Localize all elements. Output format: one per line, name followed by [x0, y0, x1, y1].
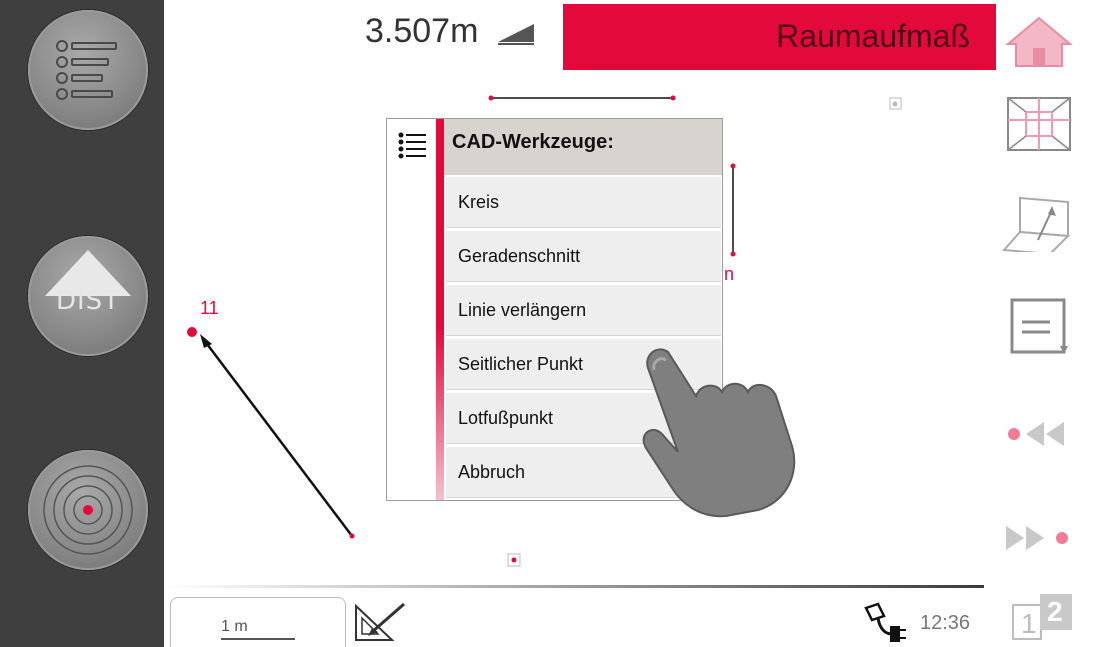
point-label: 11 [200, 298, 219, 318]
line-end-point[interactable] [349, 533, 355, 539]
menu-item-label: Lotfußpunkt [458, 408, 554, 428]
left-toolbar: DIST [0, 0, 164, 647]
list-icon [398, 132, 426, 159]
wall-point[interactable] [730, 163, 736, 169]
page-next-box: 2 [1040, 594, 1072, 630]
menu-item-label: Seitlicher Punkt [458, 354, 584, 374]
page-title: Raumaufmaß [776, 18, 970, 54]
arrow-head [200, 334, 212, 348]
list-icon [56, 40, 117, 100]
distance-value: 3.507m [365, 12, 479, 50]
scale-bar [221, 638, 295, 640]
wall-point[interactable] [670, 95, 676, 101]
marker-dot [892, 101, 898, 107]
scale-label: 1 m [221, 618, 248, 635]
partial-label: n [724, 264, 735, 284]
room-plan-icon[interactable] [1000, 94, 1078, 154]
menu-item-label: Geradenschnitt [458, 246, 581, 266]
distance-readout: 3.507m [365, 12, 540, 51]
wall-point[interactable] [488, 95, 494, 101]
note-icon[interactable] [1000, 296, 1078, 356]
menu-item-label: Kreis [458, 192, 500, 212]
menu-item-label: Abbruch [458, 462, 526, 482]
title-bar: Raumaufmaß [563, 4, 996, 70]
dist-button[interactable]: DIST [28, 236, 148, 356]
page-current-box: 1 [1012, 604, 1042, 640]
rewind-icon[interactable] [1000, 404, 1078, 464]
wall-point[interactable] [730, 251, 736, 257]
menu-item-label: Linie verlängern [458, 300, 587, 320]
point-11[interactable] [187, 327, 197, 337]
power-plug-icon [864, 602, 906, 642]
status-divider [164, 585, 984, 588]
page-next: 2 [1047, 596, 1063, 627]
menu-header: CAD-Werkzeuge: [444, 119, 722, 175]
slope-icon [497, 24, 534, 46]
target-button[interactable] [28, 450, 148, 570]
menu-item-geradenschnitt[interactable]: Geradenschnitt [446, 230, 721, 282]
menu-accent-bar [436, 119, 444, 500]
scale-tab[interactable]: 1 m [170, 597, 346, 647]
target-icon [43, 465, 133, 555]
marker-dot [511, 557, 517, 563]
hand-pointer-icon [642, 348, 796, 518]
dist-label: DIST [55, 286, 121, 316]
forward-icon[interactable] [1000, 508, 1078, 568]
page-current: 1 [1021, 608, 1037, 639]
clock: 12:36 [920, 612, 971, 634]
page-indicator-icon[interactable]: 1 2 [1010, 594, 1076, 644]
menu-item-linie-verlaengern[interactable]: Linie verlängern [446, 284, 721, 336]
3d-plane-icon[interactable] [1000, 192, 1078, 252]
menu-title: CAD-Werkzeuge: [452, 131, 614, 153]
list-menu-button[interactable] [28, 10, 148, 130]
home-icon[interactable] [1000, 10, 1078, 70]
menu-item-kreis[interactable]: Kreis [446, 176, 721, 228]
measured-line[interactable] [203, 339, 353, 537]
ruler-pencil-icon[interactable] [352, 598, 410, 644]
